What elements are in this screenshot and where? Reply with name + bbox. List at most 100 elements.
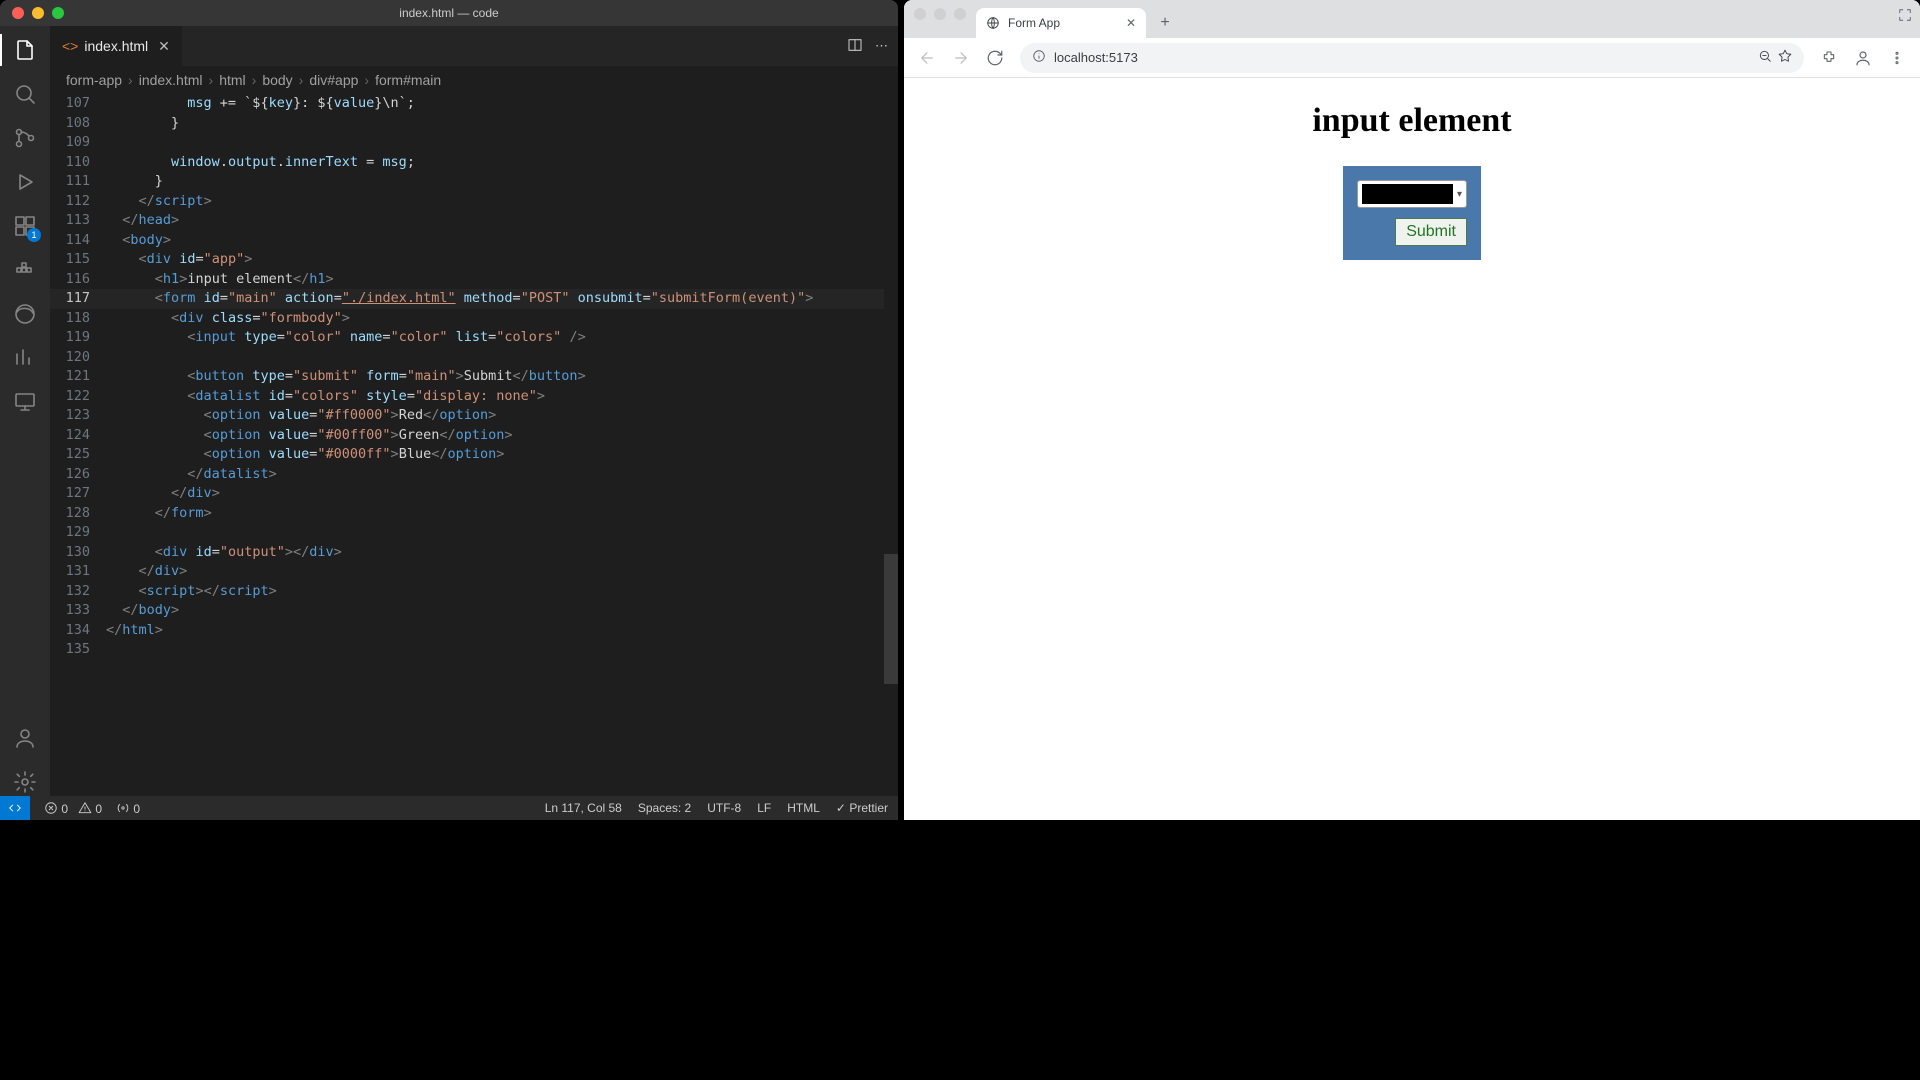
code-line[interactable]: 122 <datalist id="colors" style="display…	[50, 387, 898, 407]
expand-window-icon[interactable]	[1898, 8, 1912, 25]
vscode-titlebar: index.html — code	[0, 0, 898, 26]
encoding[interactable]: UTF-8	[707, 801, 741, 815]
chrome-traffic-lights	[914, 8, 976, 30]
bookmark-icon[interactable]	[1778, 49, 1792, 66]
code-line[interactable]: 111 }	[50, 172, 898, 192]
back-button[interactable]	[912, 43, 942, 73]
code-line[interactable]: 116 <h1>input element</h1>	[50, 270, 898, 290]
code-line[interactable]: 127 </div>	[50, 484, 898, 504]
run-debug-icon[interactable]	[11, 168, 39, 196]
docker-icon[interactable]	[11, 256, 39, 284]
code-line[interactable]: 120	[50, 348, 898, 368]
code-line[interactable]: 118 <div class="formbody">	[50, 309, 898, 329]
code-line[interactable]: 133 </body>	[50, 601, 898, 621]
profile-icon[interactable]	[1848, 43, 1878, 73]
source-control-icon[interactable]	[11, 124, 39, 152]
language-mode[interactable]: HTML	[787, 801, 820, 815]
tab-index-html[interactable]: <> index.html ✕	[50, 26, 183, 66]
graph-icon[interactable]	[11, 344, 39, 372]
remote-explorer-icon[interactable]	[11, 388, 39, 416]
zoom-icon[interactable]	[1758, 49, 1772, 66]
line-number: 122	[50, 387, 106, 407]
tab-close-icon[interactable]: ✕	[158, 38, 170, 55]
eol[interactable]: LF	[757, 801, 771, 815]
color-input[interactable]: ▾	[1357, 180, 1467, 208]
breadcrumbs[interactable]: form-app›index.html›html›body›div#app›fo…	[50, 66, 898, 94]
code-line[interactable]: 123 <option value="#ff0000">Red</option>	[50, 406, 898, 426]
line-number: 129	[50, 523, 106, 543]
reload-button[interactable]	[980, 43, 1010, 73]
problems-indicator[interactable]: 0 0	[44, 801, 102, 816]
breadcrumb-segment[interactable]: div#app	[309, 72, 358, 88]
browser-tab[interactable]: Form App ✕	[976, 8, 1146, 38]
line-number: 131	[50, 562, 106, 582]
extensions-icon[interactable]	[1814, 43, 1844, 73]
minimize-window-button[interactable]	[934, 8, 946, 20]
new-tab-button[interactable]: +	[1152, 10, 1178, 36]
cursor-position[interactable]: Ln 117, Col 58	[545, 801, 622, 815]
minimap-scrollbar[interactable]	[884, 94, 898, 796]
extensions-icon[interactable]: 1	[11, 212, 39, 240]
code-line[interactable]: 121 <button type="submit" form="main">Su…	[50, 367, 898, 387]
line-number: 134	[50, 621, 106, 641]
line-number: 109	[50, 133, 106, 153]
gear-icon[interactable]	[11, 768, 39, 796]
color-swatch	[1362, 184, 1453, 204]
code-editor[interactable]: 107 msg += `${key}: ${value}\n`;108 }109…	[50, 94, 898, 796]
formatter[interactable]: ✓ Prettier	[836, 801, 888, 815]
code-line[interactable]: 112 </script>	[50, 192, 898, 212]
breadcrumb-segment[interactable]: form#main	[375, 72, 441, 88]
close-tab-icon[interactable]: ✕	[1126, 16, 1136, 30]
code-line[interactable]: 117 <form id="main" action="./index.html…	[50, 289, 898, 309]
edge-icon[interactable]	[11, 300, 39, 328]
menu-icon[interactable]	[1882, 43, 1912, 73]
extensions-badge: 1	[27, 228, 41, 242]
globe-icon	[986, 16, 1000, 30]
chevron-right-icon: ›	[252, 72, 257, 88]
code-line[interactable]: 131 </div>	[50, 562, 898, 582]
line-number: 132	[50, 582, 106, 602]
code-line[interactable]: 128 </form>	[50, 504, 898, 524]
code-line[interactable]: 130 <div id="output"></div>	[50, 543, 898, 563]
url-text: localhost:5173	[1054, 50, 1138, 65]
line-number: 115	[50, 250, 106, 270]
code-line[interactable]: 132 <script></script>	[50, 582, 898, 602]
browser-toolbar: localhost:5173	[904, 38, 1920, 78]
address-bar[interactable]: localhost:5173	[1020, 43, 1804, 73]
site-info-icon[interactable]	[1032, 49, 1046, 66]
code-line[interactable]: 110 window.output.innerText = msg;	[50, 153, 898, 173]
code-line[interactable]: 126 </datalist>	[50, 465, 898, 485]
line-number: 133	[50, 601, 106, 621]
indentation[interactable]: Spaces: 2	[638, 801, 691, 815]
forward-button[interactable]	[946, 43, 976, 73]
ports-indicator[interactable]: 0	[116, 801, 140, 816]
code-line[interactable]: 135	[50, 640, 898, 660]
code-line[interactable]: 107 msg += `${key}: ${value}\n`;	[50, 94, 898, 114]
breadcrumb-segment[interactable]: index.html	[139, 72, 203, 88]
line-number: 118	[50, 309, 106, 329]
line-number: 119	[50, 328, 106, 348]
more-actions-icon[interactable]: ⋯	[875, 38, 888, 54]
accounts-icon[interactable]	[11, 724, 39, 752]
submit-button[interactable]: Submit	[1395, 218, 1467, 246]
code-line[interactable]: 115 <div id="app">	[50, 250, 898, 270]
explorer-icon[interactable]	[11, 36, 39, 64]
code-line[interactable]: 114 <body>	[50, 231, 898, 251]
code-line[interactable]: 124 <option value="#00ff00">Green</optio…	[50, 426, 898, 446]
search-icon[interactable]	[11, 80, 39, 108]
split-editor-icon[interactable]	[847, 37, 863, 56]
breadcrumb-segment[interactable]: form-app	[66, 72, 122, 88]
remote-indicator[interactable]	[0, 796, 30, 820]
breadcrumb-segment[interactable]: html	[219, 72, 245, 88]
line-number: 128	[50, 504, 106, 524]
code-line[interactable]: 129	[50, 523, 898, 543]
code-line[interactable]: 119 <input type="color" name="color" lis…	[50, 328, 898, 348]
code-line[interactable]: 109	[50, 133, 898, 153]
code-line[interactable]: 134</html>	[50, 621, 898, 641]
breadcrumb-segment[interactable]: body	[262, 72, 292, 88]
code-line[interactable]: 108 }	[50, 114, 898, 134]
code-line[interactable]: 113 </head>	[50, 211, 898, 231]
zoom-window-button[interactable]	[954, 8, 966, 20]
close-window-button[interactable]	[914, 8, 926, 20]
code-line[interactable]: 125 <option value="#0000ff">Blue</option…	[50, 445, 898, 465]
